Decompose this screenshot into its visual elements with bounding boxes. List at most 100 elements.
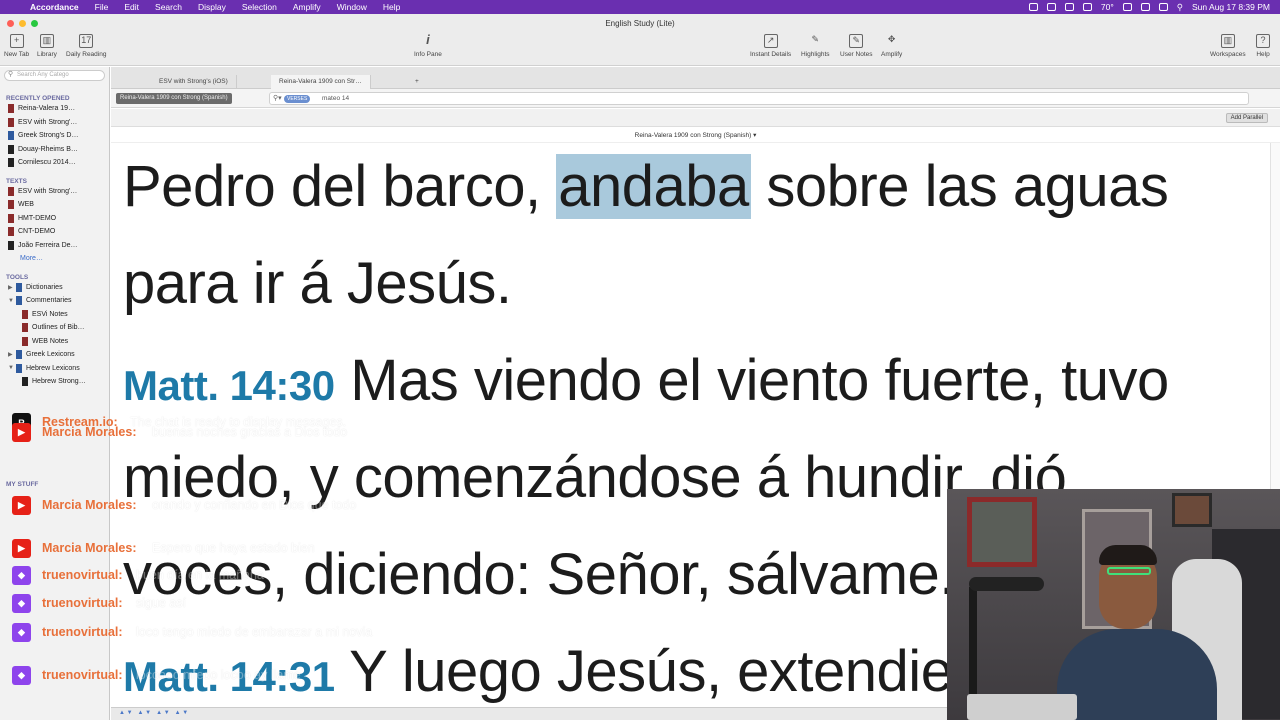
module-title[interactable]: Reina-Valera 1909 con Strong (Spanish) ▾ — [111, 127, 1280, 143]
highlights-button[interactable]: ✎ Highlights — [801, 34, 830, 58]
book-icon — [8, 227, 14, 237]
menu-bar: Accordance File Edit Search Display Sele… — [0, 0, 1280, 14]
recent-item[interactable]: Greek Strong's D… — [0, 129, 109, 143]
chat-author: truenovirtual: — [42, 596, 123, 610]
instant-details-label: Instant Details — [750, 51, 792, 58]
user-notes-button[interactable]: ✎ User Notes — [840, 34, 873, 58]
workspaces-label: Workspaces — [1210, 51, 1246, 58]
menu-edit[interactable]: Edit — [116, 2, 147, 12]
volume-icon[interactable] — [1140, 3, 1150, 11]
text-item[interactable]: CNT-DEMO — [0, 225, 109, 239]
text-item-label: HMT-DEMO — [18, 214, 57, 222]
help-button[interactable]: ? Help — [1256, 34, 1270, 58]
text-item[interactable]: HMT-DEMO — [0, 212, 109, 226]
verse-reference[interactable]: Matt. 14:30 — [123, 362, 335, 409]
sidebar-search-input[interactable]: Search Any Catego — [4, 70, 105, 81]
vpn-icon[interactable] — [1082, 3, 1092, 11]
recently-opened-heading: RECENTLY OPENED — [6, 95, 70, 102]
verse-text: sobre las aguas — [750, 154, 1169, 219]
folder-icon — [16, 296, 22, 306]
text-item[interactable]: WEB — [0, 198, 109, 212]
library-button[interactable]: ▥ Library — [37, 34, 57, 58]
folder-icon — [16, 350, 22, 360]
text-item[interactable]: ESV with Strong'… — [0, 185, 109, 199]
book-icon — [8, 131, 14, 141]
search-field[interactable]: ⚲▾ VERSES mateo 14 — [269, 92, 1249, 105]
tools-item[interactable]: ▼ Hebrew Lexicons — [0, 362, 109, 376]
highlighted-word[interactable]: andaba — [556, 154, 751, 219]
tools-item-label: Dictionaries — [26, 283, 63, 291]
window-toolbar: English Study (Lite) + New Tab ▥ Library 1… — [0, 14, 1280, 66]
tools-item[interactable]: ESVi Notes — [0, 308, 109, 322]
help-label: Help — [1256, 51, 1270, 58]
instant-details-button[interactable]: ↗ Instant Details — [750, 34, 791, 58]
search-query[interactable]: mateo 14 — [322, 95, 349, 102]
texts-heading: TEXTS — [6, 177, 27, 185]
menu-help[interactable]: Help — [375, 2, 408, 12]
menu-selection[interactable]: Selection — [234, 2, 285, 12]
recent-item[interactable]: Cornilescu 2014… — [0, 156, 109, 170]
amplify-button[interactable]: ✥ Amplify — [881, 34, 902, 58]
weather-temperature[interactable]: 70° — [1101, 2, 1114, 12]
recent-item[interactable]: ESV with Strong'… — [0, 116, 109, 130]
tools-item[interactable]: ▼ Commentaries — [0, 294, 109, 308]
menu-app[interactable]: Accordance — [22, 2, 87, 12]
new-tab-plus-icon[interactable]: + — [407, 75, 427, 89]
disclosure-icon[interactable]: ▶ — [8, 351, 16, 358]
tab-esv[interactable]: ESV with Strong's (iOS) — [151, 75, 237, 89]
disclosure-icon[interactable]: ▼ — [8, 298, 16, 304]
recent-item-label: ESV with Strong'… — [18, 118, 78, 126]
disclosure-icon[interactable]: ▶ — [8, 284, 16, 291]
tools-item-label: WEB Notes — [32, 337, 69, 345]
verses-mode-tag[interactable]: VERSES — [284, 95, 311, 103]
module-selector[interactable]: Reina-Valera 1909 con Strong (Spanish) — [116, 93, 232, 104]
twitch-icon: ◆ — [12, 566, 31, 585]
info-pane-button[interactable]: i Info Pane — [414, 33, 442, 58]
tools-item[interactable]: ▶ Dictionaries — [0, 281, 109, 295]
text-item-label: ESV with Strong'… — [18, 187, 78, 195]
keyboard — [967, 694, 1077, 720]
spotlight-icon[interactable]: ⚲ — [1177, 2, 1183, 13]
notes-icon: ✎ — [849, 34, 864, 48]
dropbox-icon[interactable] — [1064, 3, 1074, 11]
daily-reading-button[interactable]: 17 Daily Reading — [66, 34, 106, 58]
menu-window[interactable]: Window — [329, 2, 375, 12]
battery-icon[interactable] — [1122, 3, 1132, 11]
tools-item[interactable]: Outlines of Bib… — [0, 321, 109, 335]
chat-text: loco tengo miedo de embarazar a mi novia — [136, 625, 373, 639]
chat-author: Marcia Morales: — [42, 498, 137, 512]
more-texts-link[interactable]: More… — [0, 252, 109, 266]
new-tab-button[interactable]: + New Tab — [4, 34, 29, 58]
status-icon[interactable] — [1046, 3, 1056, 11]
menubar-clock[interactable]: Sun Aug 17 8:39 PM — [1192, 2, 1270, 12]
tab-reina-valera[interactable]: Reina-Valera 1909 con Str… — [271, 75, 371, 89]
text-item[interactable]: João Ferreira De… — [0, 239, 109, 253]
menu-file[interactable]: File — [87, 2, 117, 12]
menu-search[interactable]: Search — [147, 2, 190, 12]
tools-heading: TOOLS — [6, 273, 29, 281]
tools-item-label: Commentaries — [26, 297, 72, 305]
recent-item-label: Douay-Rheims B… — [18, 145, 78, 153]
tools-item[interactable]: ▶ Greek Lexicons — [0, 348, 109, 362]
text-line: Pedro del barco, andaba sobre las aguas — [123, 153, 1169, 220]
recent-item[interactable]: Douay-Rheims B… — [0, 143, 109, 157]
status-icon[interactable] — [1028, 3, 1038, 11]
book-icon — [8, 200, 14, 210]
menu-amplify[interactable]: Amplify — [285, 2, 329, 12]
recent-item[interactable]: Reina-Valera 19… — [0, 102, 109, 116]
disclosure-icon[interactable]: ▼ — [8, 365, 16, 371]
chat-text: locoooo miedo locoo ay llame — [136, 668, 301, 682]
twitch-icon: ◆ — [12, 623, 31, 642]
chat-author: Marcia Morales: — [42, 425, 137, 439]
tools-item[interactable]: Hebrew Strong… — [0, 375, 109, 389]
verse-text: Mas viendo el viento fuerte, tuvo — [334, 348, 1169, 413]
highlights-label: Highlights — [801, 51, 830, 58]
recent-item-label: Greek Strong's D… — [18, 132, 79, 140]
wifi-icon[interactable] — [1158, 3, 1168, 11]
tools-item-label: Hebrew Strong… — [32, 378, 86, 386]
tools-item[interactable]: WEB Notes — [0, 335, 109, 349]
add-parallel-button[interactable]: Add Parallel — [1225, 113, 1268, 123]
menu-display[interactable]: Display — [190, 2, 234, 12]
options-row: Add Parallel — [111, 109, 1280, 127]
workspaces-button[interactable]: ▥ Workspaces — [1210, 34, 1246, 58]
